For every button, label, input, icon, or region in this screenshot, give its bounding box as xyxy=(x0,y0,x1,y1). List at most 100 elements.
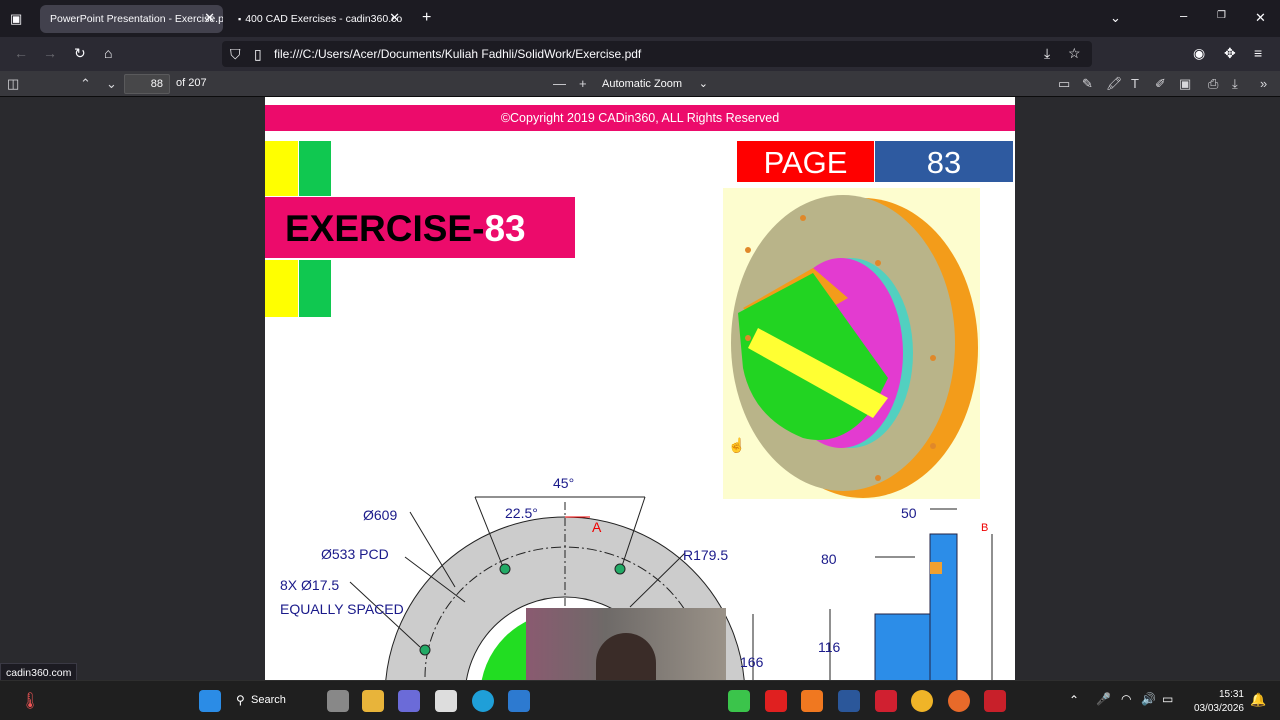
audio-icon: ▪ xyxy=(238,14,242,24)
tab-bar: ▣ PowerPoint Presentation - Exercise.p ✕… xyxy=(0,0,1280,37)
chevron-down-icon: ⌄ xyxy=(698,78,708,90)
teams-icon[interactable] xyxy=(398,690,420,712)
page-icon: ▯ xyxy=(254,46,262,62)
wifi-icon[interactable]: ◠ xyxy=(1121,692,1131,706)
volume-icon[interactable]: 🔊 xyxy=(1141,692,1156,706)
minimize-icon[interactable]: – xyxy=(1180,8,1187,23)
exercise-number: 83 xyxy=(484,208,526,249)
exercise-banner: EXERCISE-83 xyxy=(265,197,575,258)
status-link: cadin360.com xyxy=(0,663,78,681)
url-text[interactable]: file:///C:/Users/Acer/Documents/Kuliah F… xyxy=(274,47,641,61)
account-icon[interactable]: ◉ xyxy=(1193,45,1205,62)
notification-bell-icon[interactable]: 🔔 xyxy=(1250,692,1266,708)
shield-icon[interactable]: ⛉ xyxy=(230,46,241,63)
highlight-icon[interactable]: 🖍 xyxy=(1106,76,1123,92)
wps-icon[interactable] xyxy=(875,690,897,712)
tab-cadin360[interactable]: ▪ 400 CAD Exercises - cadin360.co ✕ xyxy=(228,5,408,33)
edge-icon[interactable] xyxy=(472,690,494,712)
image-icon[interactable]: ▣ xyxy=(1179,76,1191,92)
zoom-out-icon[interactable]: — xyxy=(553,76,566,91)
more-tools-icon[interactable]: » xyxy=(1260,76,1267,91)
angle-45-label: 45° xyxy=(553,475,575,491)
clock-time: 15:31 xyxy=(1218,689,1244,700)
pdf-toolbar: ◫ ⌃ ⌄ 88 of 207 — + Automatic Zoom ⌄ ▭ ✎… xyxy=(0,71,1280,97)
taskbar: 🌡 ⚲ Search ⌃ 🎤 ◠ 🔊 ▭ 15:31 03/03/2026 🔔 xyxy=(0,680,1280,720)
close-icon[interactable]: ✕ xyxy=(389,10,400,26)
close-window-icon[interactable]: ✕ xyxy=(1255,10,1266,26)
page-number-input[interactable]: 88 xyxy=(124,74,170,94)
angle-22-5-label: 22.5° xyxy=(505,505,538,521)
download-icon[interactable]: ⤓ xyxy=(1044,45,1050,62)
thermometer-icon[interactable]: 🌡 xyxy=(20,691,40,711)
word-icon[interactable] xyxy=(838,690,860,712)
app-icon[interactable] xyxy=(508,690,530,712)
section-a-label: A xyxy=(592,519,602,535)
firefox-icon[interactable] xyxy=(948,690,970,712)
back-icon[interactable]: ← xyxy=(14,45,28,61)
home-icon[interactable]: ⌂ xyxy=(104,45,112,61)
draw-icon[interactable]: ✐ xyxy=(1155,76,1166,92)
task-view-icon[interactable] xyxy=(327,690,349,712)
forward-icon[interactable]: → xyxy=(43,45,57,61)
tab-cadin360-label: 400 CAD Exercises - cadin360.co xyxy=(245,13,403,25)
whatsapp-icon[interactable] xyxy=(728,690,750,712)
hand-cursor-icon: ☝ xyxy=(728,437,746,453)
tab-pdf[interactable]: PowerPoint Presentation - Exercise.p ✕ xyxy=(40,5,223,33)
search-label: Search xyxy=(251,694,286,706)
dim-50-label: 50 xyxy=(901,505,917,521)
comment-icon[interactable]: ▭ xyxy=(1058,76,1070,92)
green-block xyxy=(299,141,331,196)
sidebar-toggle-icon[interactable]: ◫ xyxy=(7,76,19,92)
acrobat-icon[interactable] xyxy=(765,690,787,712)
tab-list-icon[interactable]: ▣ xyxy=(10,11,22,27)
pdf-page: ©Copyright 2019 CADin360, ALL Rights Res… xyxy=(265,97,1015,680)
zoom-select[interactable]: Automatic Zoom ⌄ xyxy=(596,75,716,94)
clock-date: 03/03/2026 xyxy=(1193,703,1244,714)
new-tab-icon[interactable]: + xyxy=(422,9,431,27)
save-icon[interactable]: ⤓ xyxy=(1232,76,1238,92)
exercise-label: EXERCISE- xyxy=(285,208,485,249)
restore-icon[interactable]: ❐ xyxy=(1217,10,1226,21)
edit-icon[interactable]: ✎ xyxy=(1082,76,1093,92)
next-page-icon[interactable]: ⌄ xyxy=(106,76,117,92)
taskbar-search[interactable]: ⚲ Search xyxy=(236,687,316,715)
solidworks-icon[interactable] xyxy=(984,690,1006,712)
taskbar-clock[interactable]: 15:31 03/03/2026 xyxy=(1184,688,1244,716)
print-icon[interactable]: ⎙ xyxy=(1208,76,1218,92)
zoom-value: Automatic Zoom xyxy=(602,78,683,90)
holes-label: 8X Ø17.5 xyxy=(280,577,340,593)
green-block xyxy=(299,260,331,317)
part-3d-illustration xyxy=(723,188,980,499)
fusion-icon[interactable] xyxy=(801,690,823,712)
close-icon[interactable]: ✕ xyxy=(204,10,215,26)
chrome-icon[interactable] xyxy=(911,690,933,712)
text-icon[interactable]: T xyxy=(1131,76,1139,91)
windows-start-icon[interactable] xyxy=(199,690,221,712)
battery-icon[interactable]: ▭ xyxy=(1162,692,1173,706)
chevron-up-icon[interactable]: ⌃ xyxy=(1069,693,1079,707)
diameter-533-label: Ø533 PCD xyxy=(321,546,389,562)
microphone-icon[interactable]: 🎤 xyxy=(1096,692,1111,706)
pdf-viewer[interactable]: ©Copyright 2019 CADin360, ALL Rights Res… xyxy=(0,97,1280,680)
navigation-bar: ← → ↻ ⌂ ⛉ ▯ file:///C:/Users/Acer/Docume… xyxy=(0,37,1280,71)
yellow-block xyxy=(265,260,298,317)
previous-page-icon[interactable]: ⌃ xyxy=(80,76,91,92)
bookmark-star-icon[interactable]: ☆ xyxy=(1068,45,1081,62)
url-bar[interactable]: ⛉ ▯ file:///C:/Users/Acer/Documents/Kuli… xyxy=(222,41,1092,67)
tab-pdf-label: PowerPoint Presentation - Exercise.p xyxy=(50,13,223,25)
reload-icon[interactable]: ↻ xyxy=(74,45,86,62)
exercise-title: EXERCISE-83 xyxy=(285,208,526,250)
equally-spaced-label: EQUALLY SPACED xyxy=(280,601,404,617)
search-icon: ⚲ xyxy=(236,693,245,707)
file-explorer-icon[interactable] xyxy=(362,690,384,712)
store-icon[interactable] xyxy=(435,690,457,712)
dim-116-label: 116 xyxy=(818,639,841,655)
page-label-box: PAGE xyxy=(737,141,874,182)
chevron-down-icon[interactable]: ⌄ xyxy=(1110,10,1121,26)
yellow-block xyxy=(265,141,298,196)
radius-179-5-label: R179.5 xyxy=(683,547,729,563)
extensions-icon[interactable]: ✥ xyxy=(1224,45,1236,62)
menu-icon[interactable]: ≡ xyxy=(1254,45,1262,61)
zoom-in-icon[interactable]: + xyxy=(579,76,587,91)
page-count: of 207 xyxy=(176,77,207,89)
